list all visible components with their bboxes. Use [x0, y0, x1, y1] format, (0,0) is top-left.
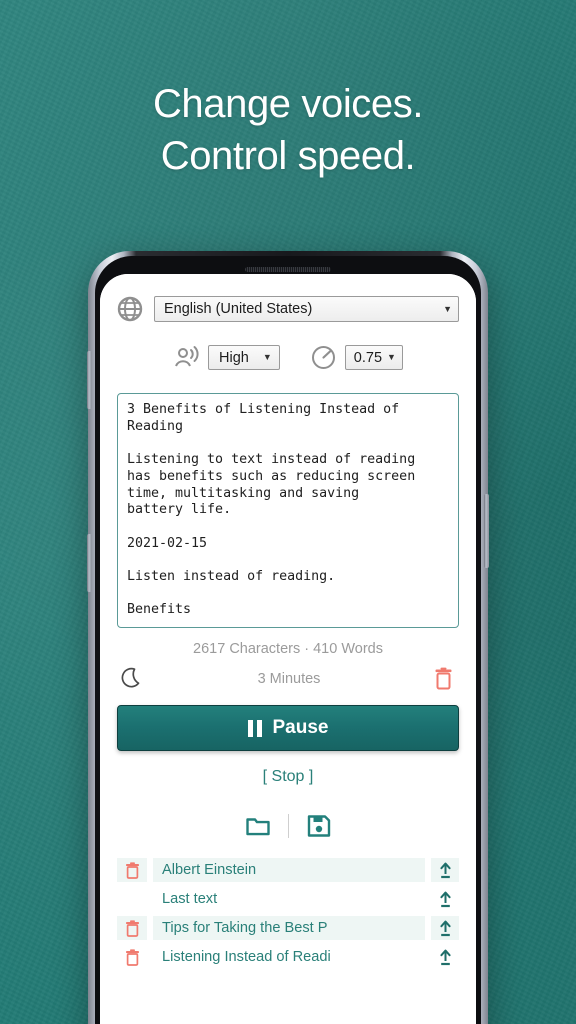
pause-icon [247, 719, 262, 737]
chevron-down-icon: ▼ [387, 352, 396, 362]
trash-icon [124, 948, 141, 966]
list-item-title[interactable]: Listening Instead of Readi [153, 945, 425, 969]
language-select[interactable]: English (United States) ▼ [154, 296, 459, 322]
saved-texts-list: Albert Einstein Last text Tips for Takin… [117, 858, 459, 969]
list-item[interactable]: Listening Instead of Readi [117, 945, 459, 969]
list-item[interactable]: Tips for Taking the Best P [117, 916, 459, 940]
delete-item-placeholder [117, 887, 147, 911]
list-item[interactable]: Albert Einstein [117, 858, 459, 882]
speedometer-icon [310, 344, 337, 371]
pause-button-label: Pause [272, 717, 329, 738]
voice-quality-select[interactable]: High ▼ [208, 345, 280, 370]
upload-icon [438, 862, 453, 879]
list-item-title[interactable]: Albert Einstein [153, 858, 425, 882]
upload-icon [438, 949, 453, 966]
voice-quality-value: High [219, 349, 249, 366]
load-item-button[interactable] [431, 916, 459, 940]
delete-item-button[interactable] [117, 858, 147, 882]
save-disk-icon[interactable] [306, 813, 332, 839]
list-item-title[interactable]: Tips for Taking the Best P [153, 916, 425, 940]
divider [287, 814, 289, 838]
load-item-button[interactable] [431, 887, 459, 911]
phone-screen: English (United States) ▼ High ▼ 0.75 ▼ … [100, 274, 476, 1024]
moon-icon[interactable] [121, 666, 146, 691]
trash-icon [124, 919, 141, 937]
trash-icon [124, 861, 141, 879]
speed-group: 0.75 ▼ [310, 344, 403, 371]
load-item-button[interactable] [431, 858, 459, 882]
trash-icon[interactable] [432, 667, 455, 690]
app-container: English (United States) ▼ High ▼ 0.75 ▼ … [100, 274, 476, 1024]
upload-icon [438, 891, 453, 908]
globe-icon [117, 296, 143, 322]
phone-mockup: English (United States) ▼ High ▼ 0.75 ▼ … [87, 251, 489, 1024]
language-select-value: English (United States) [164, 301, 313, 317]
speaker-grille [245, 267, 331, 272]
chevron-down-icon: ▼ [443, 303, 452, 314]
power-button[interactable] [484, 494, 489, 568]
text-input-area[interactable]: 3 Benefits of Listening Instead of Readi… [117, 393, 459, 628]
meta-row: 3 Minutes [117, 666, 459, 691]
volume-down-button[interactable] [87, 534, 92, 592]
language-row: English (United States) ▼ [117, 296, 459, 322]
speed-value: 0.75 [353, 349, 383, 366]
upload-icon [438, 920, 453, 937]
character-word-count: 2617 Characters · 410 Words [193, 641, 383, 657]
volume-up-button[interactable] [87, 351, 92, 409]
voice-quality-group: High ▼ [173, 344, 280, 371]
voice-speed-controls: High ▼ 0.75 ▼ [117, 344, 459, 371]
estimated-minutes: 3 Minutes [257, 670, 321, 687]
delete-item-button[interactable] [117, 945, 147, 969]
load-item-button[interactable] [431, 945, 459, 969]
list-item[interactable]: Last text [117, 887, 459, 911]
pause-button[interactable]: Pause [117, 705, 459, 751]
page-headline: Change voices. Control speed. [0, 78, 576, 182]
speed-select[interactable]: 0.75 ▼ [344, 345, 403, 370]
stop-link[interactable]: [ Stop ] [117, 768, 459, 786]
folder-icon[interactable] [245, 813, 271, 839]
delete-item-button[interactable] [117, 916, 147, 940]
chevron-down-icon: ▼ [262, 352, 272, 362]
file-actions [117, 813, 459, 839]
list-item-title[interactable]: Last text [153, 887, 425, 911]
headline-line-1: Change voices. [152, 82, 424, 126]
headline-line-2: Control speed. [160, 134, 416, 178]
voice-quality-icon [173, 344, 200, 371]
